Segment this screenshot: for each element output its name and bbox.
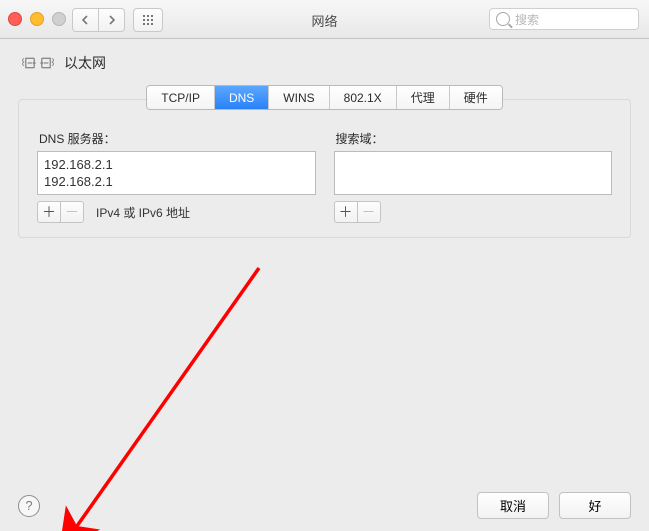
pane-header: 以太网 xyxy=(0,39,649,83)
tab-dns[interactable]: DNS xyxy=(215,86,269,109)
help-button[interactable]: ? xyxy=(18,495,40,517)
search-domains-column: 搜索域： ＋ － xyxy=(334,130,613,223)
tab-8021x[interactable]: 802.1X xyxy=(330,86,397,109)
search-field[interactable]: 搜索 xyxy=(489,8,639,30)
tab-[interactable]: 代理 xyxy=(397,86,450,109)
search-icon xyxy=(496,12,510,26)
dns-server-entry[interactable]: 192.168.2.1 xyxy=(44,173,309,190)
dns-pane: DNS 服务器： 192.168.2.1192.168.2.1 ＋ － IPv4… xyxy=(18,99,631,238)
ok-button[interactable]: 好 xyxy=(559,492,631,519)
ethernet-icon xyxy=(22,53,54,73)
tab-bar: TCP/IPDNSWINS802.1X代理硬件 xyxy=(0,85,649,110)
footer: ? 取消 好 xyxy=(0,480,649,531)
search-domains-label: 搜索域： xyxy=(336,130,613,147)
dns-servers-label: DNS 服务器： xyxy=(39,130,316,147)
tab-[interactable]: 硬件 xyxy=(450,86,502,109)
dns-address-hint: IPv4 或 IPv6 地址 xyxy=(96,204,190,221)
cancel-button[interactable]: 取消 xyxy=(477,492,549,519)
tab-tcpip[interactable]: TCP/IP xyxy=(147,86,215,109)
search-domains-list[interactable] xyxy=(334,151,613,195)
add-search-domain-button[interactable]: ＋ xyxy=(334,201,358,223)
dns-servers-column: DNS 服务器： 192.168.2.1192.168.2.1 ＋ － IPv4… xyxy=(37,130,316,223)
remove-search-domain-button[interactable]: － xyxy=(358,201,381,223)
titlebar: 网络 搜索 xyxy=(0,0,649,39)
dns-servers-list[interactable]: 192.168.2.1192.168.2.1 xyxy=(37,151,316,195)
dns-server-entry[interactable]: 192.168.2.1 xyxy=(44,156,309,173)
remove-dns-server-button[interactable]: － xyxy=(61,201,84,223)
interface-name: 以太网 xyxy=(64,53,106,73)
add-dns-server-button[interactable]: ＋ xyxy=(37,201,61,223)
tab-wins[interactable]: WINS xyxy=(269,86,329,109)
search-placeholder: 搜索 xyxy=(515,11,539,28)
